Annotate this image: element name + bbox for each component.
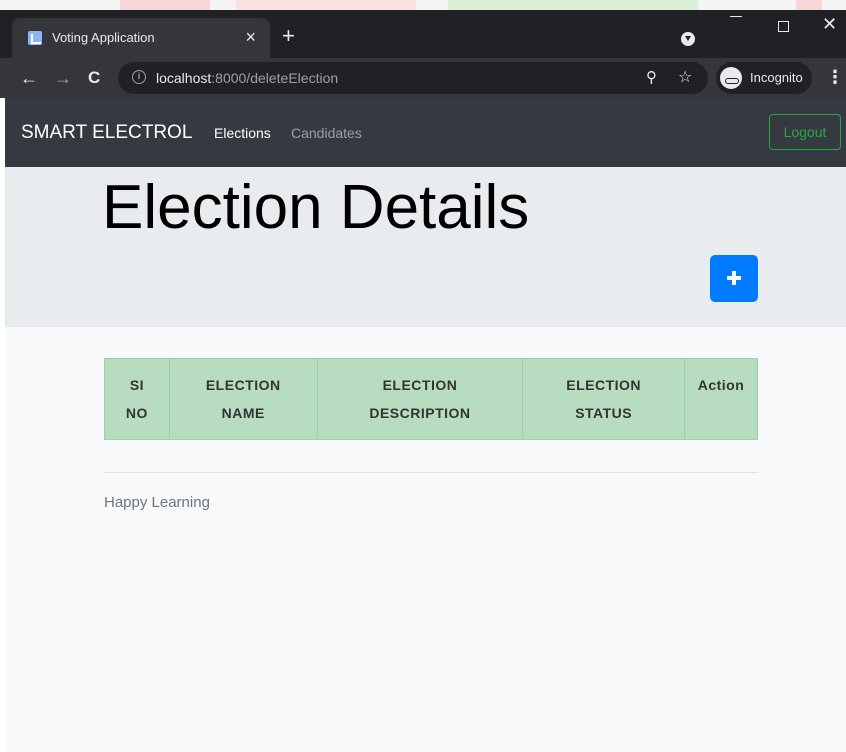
address-bar[interactable]: i localhost:8000/deleteElection ⚲ ☆ xyxy=(118,62,708,94)
url-text: localhost:8000/deleteElection xyxy=(156,70,338,86)
footer-text: Happy Learning xyxy=(104,494,210,511)
column-header-election-status: ELECTION STATUS xyxy=(522,358,686,440)
browser-tab-strip: Voting Application × + ✕ xyxy=(0,10,846,58)
close-window-icon[interactable]: ✕ xyxy=(822,14,837,35)
incognito-profile-button[interactable]: Incognito xyxy=(716,62,812,94)
nav-link-candidates[interactable]: Candidates xyxy=(291,125,362,141)
elections-table: SI NO ELECTION NAME ELECTION DESCRIPTION EL… xyxy=(104,358,758,440)
forward-arrow-icon[interactable]: → xyxy=(54,67,72,89)
column-header-election-name: ELECTION NAME xyxy=(168,358,318,440)
url-path: :8000/deleteElection xyxy=(211,70,339,86)
incognito-label: Incognito xyxy=(750,70,803,85)
logout-button[interactable]: Logout xyxy=(769,114,841,150)
add-election-button[interactable] xyxy=(710,255,758,302)
web-page: SMART ELECTROL Elections Candidates Logo… xyxy=(5,98,846,752)
background-blob xyxy=(796,0,822,10)
tab-search-icon[interactable] xyxy=(681,32,695,46)
table-header-row: SI NO ELECTION NAME ELECTION DESCRIPTION EL… xyxy=(104,358,758,440)
column-header-action: Action xyxy=(684,358,758,440)
footer-divider xyxy=(104,472,758,473)
site-navbar: SMART ELECTROL Elections Candidates Logo… xyxy=(5,98,846,167)
background-blob xyxy=(448,0,698,10)
browser-toolbar: ← → C i localhost:8000/deleteElection ⚲ … xyxy=(0,58,846,98)
incognito-icon xyxy=(720,67,742,89)
header-line: STATUS xyxy=(575,405,633,421)
reload-icon[interactable]: C xyxy=(88,67,100,89)
header-line: NAME xyxy=(221,405,265,421)
plus-icon xyxy=(727,271,741,285)
column-header-si-no: SI NO xyxy=(104,358,170,440)
header-line: ELECTION xyxy=(566,377,642,393)
navbar-brand[interactable]: SMART ELECTROL xyxy=(21,122,192,144)
favicon-icon xyxy=(28,31,42,45)
maximize-window-icon[interactable] xyxy=(778,21,789,32)
back-arrow-icon[interactable]: ← xyxy=(20,67,38,89)
browser-tab[interactable]: Voting Application × xyxy=(12,18,270,58)
page-title: Election Details xyxy=(102,173,530,242)
bookmark-star-icon[interactable]: ☆ xyxy=(678,67,692,87)
jumbotron: Election Details xyxy=(5,167,846,327)
column-header-election-description: ELECTION DESCRIPTION xyxy=(316,358,524,440)
minimize-window-icon[interactable] xyxy=(730,16,742,17)
tab-title: Voting Application xyxy=(52,30,155,45)
header-line: ELECTION xyxy=(382,377,458,393)
tab-close-icon[interactable]: × xyxy=(245,26,256,48)
new-tab-button[interactable]: + xyxy=(282,23,295,49)
header-line: NO xyxy=(125,405,148,421)
header-line: DESCRIPTION xyxy=(369,405,471,421)
site-info-icon[interactable]: i xyxy=(132,70,146,84)
background-blob xyxy=(120,0,210,10)
zoom-icon[interactable]: ⚲ xyxy=(646,68,657,86)
url-host: localhost xyxy=(156,70,212,86)
nav-link-elections[interactable]: Elections xyxy=(214,125,271,141)
header-line: SI xyxy=(129,377,145,393)
browser-menu-icon[interactable]: ⋮ xyxy=(826,67,844,88)
header-line: Action xyxy=(697,377,745,393)
background-blob xyxy=(236,0,416,10)
header-line: ELECTION xyxy=(205,377,281,393)
desktop-background-strip xyxy=(0,0,846,10)
